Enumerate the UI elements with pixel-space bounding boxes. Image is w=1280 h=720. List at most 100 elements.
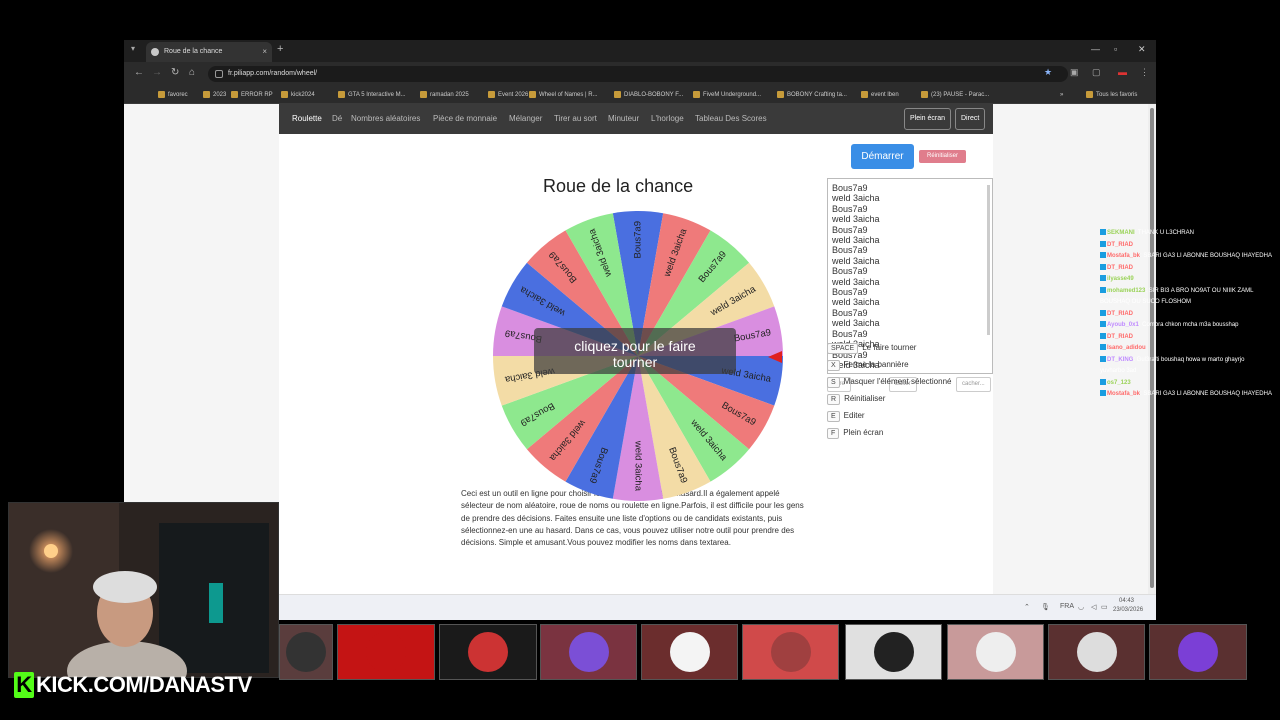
bookmark-label: GTA 5 Interactive M... (348, 92, 406, 98)
chat-text: : Gul3rafti boushaq howa w marto ghayrjo (1133, 356, 1245, 363)
folder-icon (693, 91, 700, 98)
clock-time[interactable]: 04:43 (1119, 598, 1134, 604)
shortcut-label: Editer (843, 411, 865, 420)
bookmark-item[interactable]: event lben (861, 89, 899, 101)
clock-date[interactable]: 23/03/2026 (1113, 607, 1143, 613)
bookmark-item[interactable]: GTA 5 Interactive M... (338, 89, 406, 101)
url-field[interactable]: fr.piliapp.com/random/wheel/ (208, 66, 1068, 82)
minimize-icon[interactable]: — (1091, 44, 1100, 54)
nav-link-4[interactable]: Mélanger (509, 114, 542, 123)
name-entry: weld 3aicha (832, 214, 880, 225)
bookmark-item[interactable]: (23) PAUSE - Parac... (921, 89, 989, 101)
chat-username[interactable]: mohamed123 (1107, 288, 1145, 294)
fullscreen-button[interactable]: Plein écran (904, 108, 952, 130)
bookmarks-overflow-icon[interactable]: » (1060, 89, 1063, 101)
chat-username[interactable]: ilyasse49 (1107, 276, 1134, 282)
bookmark-item[interactable]: favorec (158, 89, 188, 101)
close-window-icon[interactable]: ✕ (1138, 44, 1146, 55)
new-tab-icon[interactable]: + (277, 43, 283, 55)
badge-icon (1100, 252, 1106, 259)
name-entry: weld 3aicha (832, 235, 880, 246)
shortcut-key: F (827, 428, 840, 439)
bookmark-label: BOBONY Crafting ta... (787, 92, 847, 98)
wheel-of-names[interactable]: Bous7a9 weld 3aicha Bous7a9weld 3aichaBous… (490, 208, 786, 504)
bookmark-item[interactable]: kick2024 (281, 89, 315, 101)
tab-list-icon[interactable]: ▾ (131, 44, 135, 53)
chat-username[interactable]: DT_RIAD (1107, 334, 1133, 340)
bookmark-item[interactable]: BOBONY Crafting ta... (777, 89, 847, 101)
nav-link-2[interactable]: Nombres aléatoires (351, 114, 420, 123)
name-entry: weld 3aicha (832, 255, 880, 266)
nav-link-8[interactable]: Tableau Des Scores (695, 114, 767, 123)
bookmark-label: (23) PAUSE - Parac... (931, 92, 990, 98)
textarea-scrollbar[interactable] (987, 185, 990, 335)
nav-link-7[interactable]: L'horloge (651, 114, 684, 123)
bookmark-item[interactable]: Wheel of Names | R... (529, 89, 598, 101)
bookmark-item[interactable]: DIABLO-BOBONY F... (614, 89, 683, 101)
chat-username[interactable]: Isano_adidou (1107, 345, 1146, 351)
sidebar-icon[interactable]: ▢ (1092, 67, 1101, 78)
nav-link-0[interactable]: Roulette (292, 114, 322, 123)
nav-link-5[interactable]: Tirer au sort (554, 114, 597, 123)
reset-button[interactable]: Réinitialiser (919, 150, 966, 163)
badge-icon (1100, 309, 1106, 316)
folder-icon (420, 91, 427, 98)
folder-icon (921, 91, 928, 98)
close-tab-icon[interactable]: × (262, 42, 267, 62)
start-button[interactable]: Démarrer (851, 144, 914, 169)
chat-username[interactable]: DT_RIAD (1107, 265, 1133, 271)
live-button[interactable]: Direct (955, 108, 986, 130)
bookmark-item[interactable]: Tous les favoris (1086, 89, 1137, 101)
bookmark-item[interactable]: ERROR RP (231, 89, 273, 101)
nav-link-1[interactable]: Dé (332, 114, 342, 123)
badge-icon (1100, 263, 1106, 270)
home-icon[interactable]: ⌂ (189, 67, 195, 78)
chat-username[interactable]: DT_RIAD (1107, 242, 1133, 248)
list-button-2[interactable]: cacher... (956, 377, 991, 392)
chat-username[interactable]: Mostafa_bk (1107, 253, 1140, 259)
forward-icon[interactable]: → (152, 67, 162, 78)
chat-username[interactable]: SEKMANI (1107, 230, 1135, 236)
battery-icon[interactable]: ▭ (1101, 603, 1108, 611)
browser-tab[interactable]: Roue de la chance × (146, 42, 272, 62)
wheel-label: Bous7a9 (633, 221, 644, 259)
shortcut-key: E (827, 411, 840, 422)
bookmark-item[interactable]: Event 2026 (488, 89, 528, 101)
nav-link-3[interactable]: Pièce de monnaie (433, 114, 497, 123)
bookmark-item[interactable]: 2023 (203, 89, 226, 101)
bookmark-item[interactable]: ramadan 2025 (420, 89, 469, 101)
badge-icon (1100, 378, 1106, 385)
participant-tile (1149, 624, 1247, 680)
chat-username[interactable]: os7_123 (1107, 380, 1131, 386)
bookmark-label: favorec (168, 92, 188, 98)
name-entry: weld 3aicha (832, 276, 880, 287)
participant-avatar (770, 632, 811, 672)
mic-icon[interactable]: 🎙 (1041, 603, 1050, 611)
chat-text: BOUSHAQ OU SUCO FLOSHOM (1100, 299, 1192, 305)
language-indicator[interactable]: FRA (1060, 603, 1074, 610)
site-info-icon[interactable] (215, 70, 223, 78)
tray-chevron-icon[interactable]: ⌃ (1024, 603, 1030, 611)
maximize-icon[interactable]: ▫ (1114, 44, 1117, 54)
menu-icon[interactable]: ⋮ (1140, 67, 1149, 78)
participant-tile (337, 624, 435, 680)
shortcut-key: R (827, 394, 841, 405)
chat-username[interactable]: DT_RIAD (1107, 311, 1133, 317)
bookmark-item[interactable]: FiveM Underground... (693, 89, 761, 101)
name-entry: Bous7a9 (832, 307, 868, 318)
nav-link-6[interactable]: Minuteur (608, 114, 639, 123)
name-entry: Bous7a9 (832, 287, 868, 298)
avatar-strip (279, 624, 1249, 680)
chat-username[interactable]: Mostafa_bk (1107, 391, 1140, 397)
profile-icon[interactable]: ▬ (1118, 67, 1127, 77)
chat-username[interactable]: Ayoub_0x1 (1107, 322, 1139, 328)
folder-icon (488, 91, 495, 98)
bookmark-star-icon[interactable]: ★ (1044, 67, 1052, 78)
back-icon[interactable]: ← (134, 67, 144, 78)
reload-icon[interactable]: ↻ (171, 67, 179, 78)
wifi-icon[interactable]: ◡ (1078, 603, 1084, 611)
volume-icon[interactable]: ◁ (1091, 603, 1096, 611)
shortcut-row: X Ferme la bannière (827, 360, 909, 371)
chat-username[interactable]: DT_KING (1107, 357, 1133, 363)
extensions-icon[interactable]: ▣ (1070, 67, 1079, 78)
